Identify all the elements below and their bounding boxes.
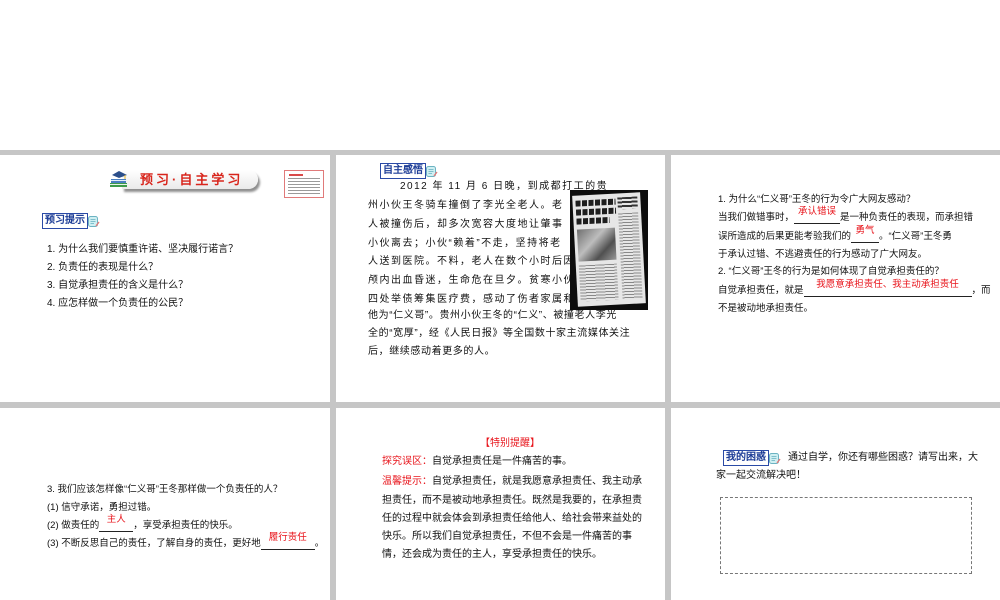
answer-blank: 承认错误 — [794, 206, 841, 224]
newspaper-clipping-image — [570, 190, 648, 310]
tip-line: 温馨提示：自觉承担责任，就是我愿意承担责任、我主动承 — [382, 476, 642, 488]
slide-thumbnail-2[interactable]: 自主感悟 2012 年 11 月 6 日晚，到成都打工的贵 州小伙王冬骑车撞倒了… — [336, 155, 665, 402]
paragraph-line: 他为“仁义哥”。贵州小伙王冬的“仁义”、被撞老人李光 — [368, 310, 617, 321]
section-label: 我的困惑 — [723, 450, 781, 466]
newspaper-headline — [576, 216, 610, 225]
paragraph-line: 人送到医院。不料，老人在数个小时后因 — [368, 256, 575, 267]
question-line: 1. 为什么“仁义哥”王冬的行为令广大网友感动？ — [718, 194, 916, 205]
reminder-title: 【特别提醒】 — [480, 438, 540, 449]
tip-text: 自觉承担责任，就是我愿意承担责任、我主动承 — [432, 476, 642, 487]
line-text: 误所造成的后果更能考验我们的 — [718, 231, 852, 242]
section-label-text: 预习提示 — [42, 213, 88, 229]
misconception-text: 自觉承担责任是一件痛苦的事。 — [432, 456, 572, 467]
question-line: 4. 应怎样做一个负责任的公民？ — [47, 298, 189, 309]
newspaper-photo — [576, 227, 617, 262]
slide-thumbnail-1[interactable]: 预习·自主学习 预习提示 1. 为什么我们要慎重许诺、坚决履行诺言？ 2. 负责… — [0, 155, 330, 402]
paragraph-line: 颅内出血昏迷，生命危在旦夕。贫寒小伙 — [368, 275, 575, 286]
fill-in-line: 误所造成的后果更能考验我们的 勇气 。“仁义哥”王冬勇 — [718, 225, 952, 243]
fill-in-line: (2) 做责任的 主人 ，享受承担责任的快乐。 — [47, 514, 238, 532]
section-banner: 预习·自主学习 — [108, 166, 262, 194]
newspaper-subhead — [617, 196, 638, 210]
newspaper-headline — [575, 207, 617, 216]
section-label-text: 自主感悟 — [380, 163, 426, 179]
question-line: 1. 为什么我们要慎重许诺、坚决履行诺言？ — [47, 244, 239, 255]
answer-text: 我愿意承担责任、我主动承担责任 — [816, 279, 959, 290]
paragraph-line: 后，继续感动着更多的人。 — [368, 346, 496, 357]
newspaper-page — [572, 192, 646, 307]
newspaper-text-column — [578, 263, 619, 302]
slide-sorter: 预习·自主学习 预习提示 1. 为什么我们要慎重许诺、坚决履行诺言？ 2. 负责… — [0, 150, 1000, 600]
question-line: 2. “仁义哥”王冬的行为是如何体现了自觉承担责任的？ — [718, 266, 944, 277]
notepad-icon — [87, 215, 100, 228]
slide-thumbnail-6[interactable]: 我的困惑 通过自学，你还有哪些困惑？请写出来，大 家一起交流解决吧！ — [671, 408, 1000, 600]
paragraph-line: 四处举债筹集医疗费，感动了伤者家属和 — [368, 294, 575, 305]
prompt-line: 家一起交流解决吧！ — [716, 470, 806, 481]
newspaper-text-column — [618, 212, 643, 300]
misconception-label: 探究误区： — [382, 456, 432, 467]
slide-thumbnail-3[interactable]: 1. 为什么“仁义哥”王冬的行为令广大网友感动？ 当我们做错事时， 承认错误 是一种… — [671, 155, 1000, 402]
fill-in-line: (3) 不断反思自己的责任，了解自身的责任，更好地 履行责任。 — [47, 532, 324, 550]
paragraph-line: 州小伙王冬骑车撞倒了李光全老人。老 — [368, 200, 564, 211]
answer-blank: 履行责任 — [260, 532, 315, 550]
tip-line: 担责任，而不是被动地承担责任。既然是我要的，在承担责 — [382, 495, 642, 506]
question-line: 3. 自觉承担责任的含义是什么？ — [47, 280, 189, 291]
slide-thumbnail-5[interactable]: 【特别提醒】 探究误区：自觉承担责任是一件痛苦的事。 温馨提示：自觉承担责任，就… — [336, 408, 665, 600]
answer-text: 履行责任 — [268, 532, 307, 543]
section-label: 预习提示 — [42, 213, 100, 229]
tip-line: 快乐。所以我们自觉承担责任，不但不会是一件痛苦的事 — [382, 531, 632, 542]
tip-line: 任的过程中就会体会到承担责任给他人、给社会带来益处的 — [382, 513, 642, 524]
answer-blank: 主人 — [99, 514, 134, 532]
line-text: 。“仁义哥”王冬勇 — [879, 231, 952, 242]
question-line: 3. 我们应该怎样像“仁义哥”王冬那样做一个负责任的人？ — [47, 484, 283, 495]
answer-line: 于承认过错、不逃避责任的行为感动了广大网友。 — [718, 249, 928, 260]
prompt-line: 通过自学，你还有哪些困惑？请写出来，大 — [788, 452, 978, 463]
paragraph-line: 人被撞伤后，却多次宽容大度地让肇事 — [368, 219, 564, 230]
paragraph-line: 小伙离去；小伙“赖着”不走，坚持将老 — [368, 238, 562, 249]
answer-blank: 我愿意承担责任、我主动承担责任 — [803, 279, 972, 297]
books-cap-icon — [108, 168, 132, 190]
answer-text: 勇气 — [855, 225, 875, 236]
banner-title: 预习·自主学习 — [140, 172, 244, 187]
tip-line: 情，还会成为责任的主人，享受承担责任的快乐。 — [382, 549, 602, 560]
tip-label: 温馨提示： — [382, 476, 432, 487]
answer-text: 主人 — [106, 514, 126, 525]
line-text: ，享受承担责任的快乐。 — [133, 520, 238, 531]
line-text: (3) 不断反思自己的责任，了解自身的责任，更好地 — [47, 538, 261, 549]
answer-line: 不是被动地承担责任。 — [718, 303, 814, 314]
section-label-text: 我的困惑 — [723, 450, 769, 466]
newspaper-headline — [575, 198, 616, 207]
line-text: 当我们做错事时， — [718, 212, 795, 223]
slide-thumbnail-4[interactable]: 3. 我们应该怎样像“仁义哥”王冬那样做一个负责任的人？ (1) 信守承诺，勇担… — [0, 408, 330, 600]
answer-text: 承认错误 — [798, 206, 837, 217]
misconception-line: 探究误区：自觉承担责任是一件痛苦的事。 — [382, 456, 572, 468]
answer-box — [720, 497, 972, 574]
editor-blank-area — [0, 0, 1000, 150]
line-text: 是一种负责任的表现，而承担错 — [840, 212, 974, 223]
question-line: 2. 负责任的表现是什么？ — [47, 262, 159, 273]
note-thumbnail — [284, 170, 324, 198]
line-text: 自觉承担责任，就是 — [718, 285, 804, 296]
fill-in-line: 自觉承担责任，就是 我愿意承担责任、我主动承担责任 ，而 — [718, 279, 991, 297]
fill-in-line: 当我们做错事时， 承认错误 是一种负责任的表现，而承担错 — [718, 206, 974, 224]
answer-blank: 勇气 — [851, 225, 880, 243]
paragraph-line: 全的“宽厚”，经《人民日报》等全国数十家主流媒体关注 — [368, 328, 631, 339]
section-label: 自主感悟 — [380, 163, 438, 179]
answer-line: (1) 信守承诺，勇担过错。 — [47, 502, 157, 513]
notepad-icon — [425, 165, 438, 178]
notepad-icon — [768, 452, 781, 465]
